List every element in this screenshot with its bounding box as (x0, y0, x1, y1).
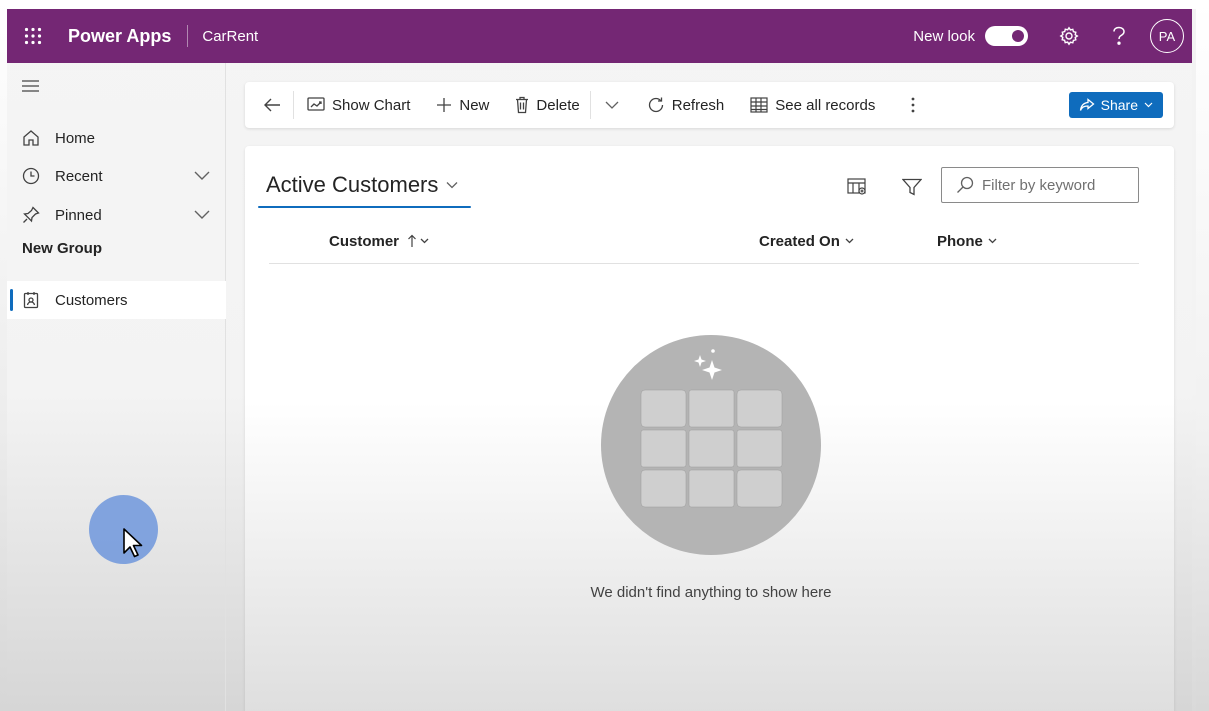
contact-card-icon (22, 291, 40, 309)
more-commands-dropdown[interactable] (591, 82, 633, 128)
column-header-label: Phone (937, 232, 983, 250)
edit-columns-icon (847, 178, 866, 195)
filter-by-keyword-field[interactable] (941, 167, 1139, 203)
column-header-created-on[interactable]: Created On (759, 230, 854, 252)
show-chart-label: Show Chart (332, 96, 411, 114)
show-chart-button[interactable]: Show Chart (294, 82, 420, 128)
new-label: New (459, 96, 490, 114)
empty-state-message: We didn't find anything to show here (590, 584, 832, 601)
see-all-records-button[interactable]: See all records (734, 82, 885, 128)
edit-columns-button[interactable] (844, 174, 870, 200)
overflow-menu-button[interactable] (885, 82, 932, 128)
window-right-border (1196, 0, 1209, 711)
refresh-icon (648, 97, 663, 113)
chevron-down-icon[interactable] (192, 205, 212, 225)
pin-icon (22, 206, 40, 224)
chevron-down-icon (845, 238, 854, 244)
header-divider (187, 25, 189, 47)
table-icon (750, 97, 768, 113)
filter-button[interactable] (899, 174, 925, 200)
sidebar-item-recent[interactable]: Recent (7, 157, 226, 195)
view-selector[interactable]: Active Customers (258, 163, 466, 207)
grid-header-divider (269, 263, 1139, 264)
filter-icon (902, 178, 922, 196)
trash-icon (516, 96, 529, 114)
plus-icon (437, 98, 452, 112)
sidebar-item-label: Recent (55, 167, 103, 185)
chart-icon (307, 97, 325, 111)
window-top-border (0, 0, 1209, 9)
environment-name[interactable]: CarRent (202, 28, 258, 45)
clock-icon (22, 167, 40, 185)
sidebar-item-label: Home (55, 129, 96, 147)
help-button[interactable] (1094, 9, 1144, 63)
new-button[interactable]: New (420, 82, 499, 128)
chevron-down-icon (605, 101, 619, 109)
question-icon (1113, 26, 1125, 45)
collapse-nav-button[interactable] (21, 79, 41, 93)
gear-icon (1059, 26, 1079, 46)
app-launcher-button[interactable] (7, 9, 59, 63)
settings-button[interactable] (1044, 9, 1094, 63)
view-panel: Active Customers Customer (245, 146, 1174, 711)
column-header-customer[interactable]: Customer (329, 230, 429, 252)
sort-ascending-icon (408, 234, 416, 247)
delete-label: Delete (536, 96, 580, 114)
view-title-underline (258, 206, 471, 208)
mouse-pointer-icon (123, 528, 143, 558)
delete-button[interactable]: Delete (499, 82, 589, 128)
chevron-down-icon (1144, 102, 1153, 108)
share-icon (1079, 98, 1095, 111)
arrow-left-icon (264, 98, 280, 112)
see-all-records-label: See all records (775, 96, 876, 114)
view-title: Active Customers (266, 172, 439, 197)
more-vertical-icon (911, 97, 915, 113)
sidebar-item-customers[interactable]: Customers (7, 281, 226, 319)
command-bar: Show Chart New Delete Refresh See all re… (245, 82, 1174, 128)
hamburger-icon (22, 80, 39, 92)
share-button[interactable]: Share (1068, 92, 1163, 118)
column-header-label: Created On (759, 232, 840, 250)
column-header-phone[interactable]: Phone (937, 230, 997, 252)
toggle-knob (1012, 30, 1024, 42)
chevron-down-icon (446, 182, 458, 189)
chevron-down-icon (420, 238, 429, 244)
app-header: Power Apps CarRent New look PA (7, 9, 1192, 63)
refresh-label: Refresh (671, 96, 725, 114)
sidebar: Home Recent Pinned New Group Customers (7, 63, 226, 711)
sidebar-item-home[interactable]: Home (7, 119, 226, 157)
sidebar-item-label: Pinned (55, 206, 102, 224)
sidebar-item-pinned[interactable]: Pinned (7, 196, 226, 234)
window-left-border (0, 0, 7, 711)
home-icon (22, 129, 40, 147)
chevron-down-icon (988, 238, 997, 244)
sidebar-item-label: Customers (55, 291, 128, 309)
search-icon (957, 176, 974, 193)
back-button[interactable] (245, 82, 293, 128)
new-look-label: New look (913, 27, 975, 45)
filter-input[interactable] (982, 176, 1132, 194)
column-header-label: Customer (329, 232, 400, 250)
app-frame: Power Apps CarRent New look PA Home Rece… (7, 9, 1192, 711)
new-look-toggle[interactable] (985, 26, 1028, 46)
refresh-button[interactable]: Refresh (633, 82, 735, 128)
header-actions: New look PA (913, 9, 1192, 63)
nav-group-label: New Group (22, 240, 103, 257)
chevron-down-icon[interactable] (192, 166, 212, 186)
app-name[interactable]: Power Apps (68, 26, 171, 47)
waffle-icon (24, 27, 42, 45)
user-avatar[interactable]: PA (1150, 19, 1184, 53)
share-label: Share (1100, 97, 1138, 113)
empty-grid-illustration (601, 335, 821, 555)
